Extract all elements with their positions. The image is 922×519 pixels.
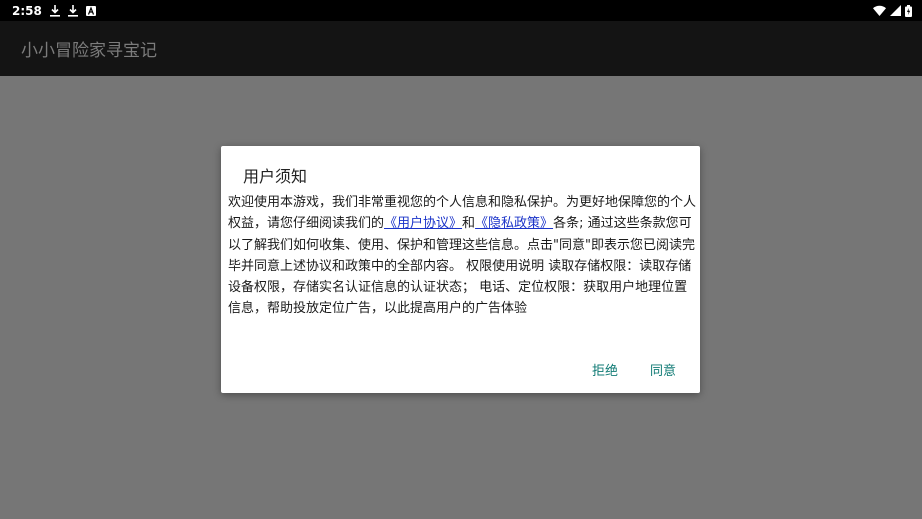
reject-button[interactable]: 拒绝 [592,360,618,379]
dialog-title: 用户须知 [243,167,308,186]
dialog-actions: 拒绝 同意 [592,360,676,379]
privacy-policy-link[interactable]: 《隐私政策》 [475,216,553,231]
app-bar: 小小冒险家寻宝记 [0,21,922,76]
a-notification-icon [85,5,96,16]
dialog-body: 欢迎使用本游戏，我们非常重视您的个人信息和隐私保护。为更好地保障您的个人权益，请… [228,192,696,320]
status-time: 2:58 [12,3,42,18]
battery-icon [905,4,912,17]
user-notice-dialog: 用户须知 欢迎使用本游戏，我们非常重视您的个人信息和隐私保护。为更好地保障您的个… [221,146,700,393]
agree-button[interactable]: 同意 [650,360,676,379]
wifi-icon [873,5,886,16]
body-text: 各条; 通过这些条款您可以了解我们如何收集、使用、保护和管理这些信息。点击"同意… [228,216,695,317]
status-left: 2:58 [12,4,96,18]
status-right [873,4,912,17]
download-icon [67,4,78,17]
app-title: 小小冒险家寻宝记 [21,41,157,61]
signal-icon [890,5,901,16]
user-agreement-link[interactable]: 《用户协议》 [384,216,462,231]
download-icon [49,4,60,17]
body-text: 和 [462,216,476,232]
status-bar: 2:58 [0,0,922,21]
